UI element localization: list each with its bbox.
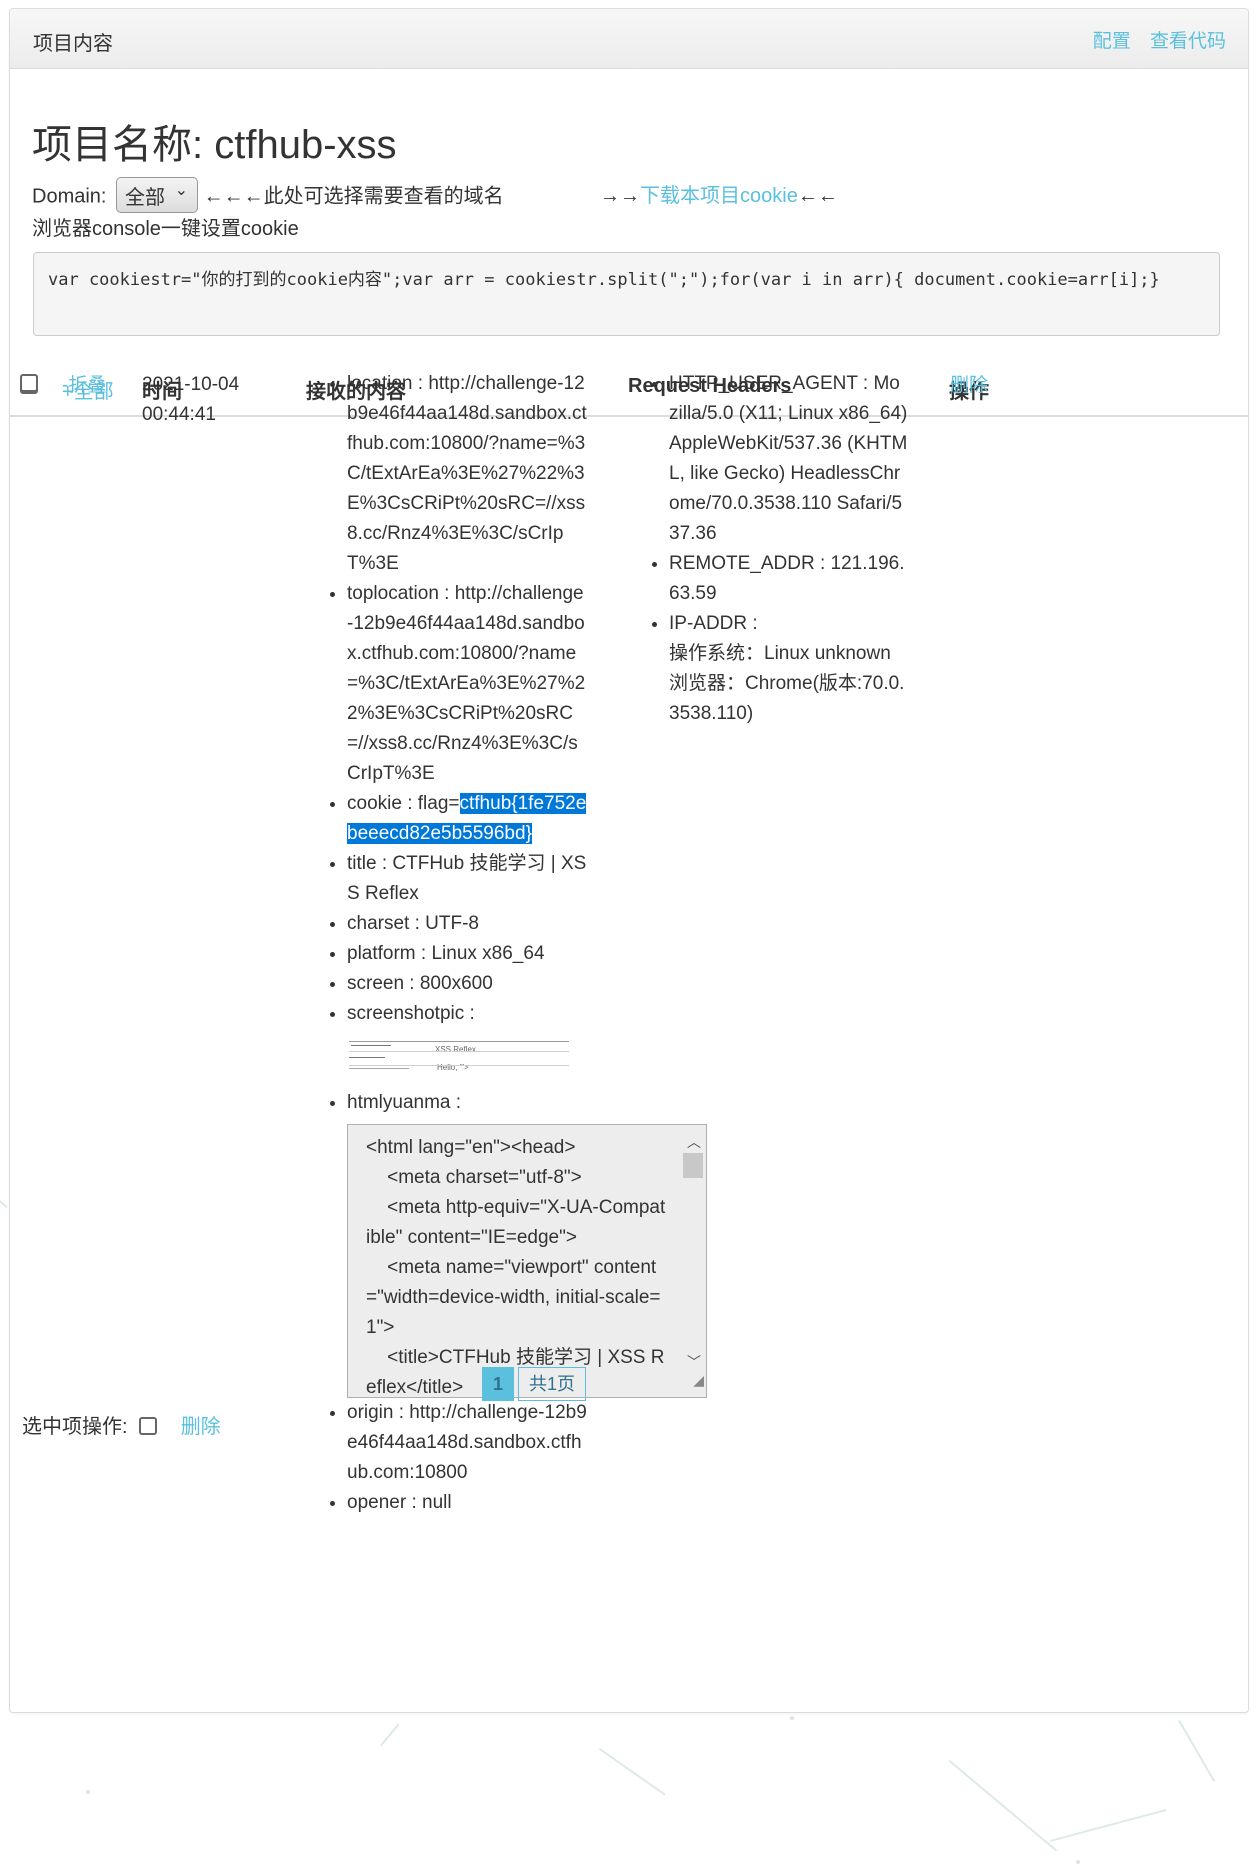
project-title: 项目名称: ctfhub-xss — [32, 123, 397, 167]
header-links: 配置 查看代码 — [1079, 26, 1226, 53]
bulk-delete-link[interactable]: 删除 — [181, 1416, 221, 1438]
panel-header: 项目内容 配置 查看代码 — [10, 9, 1248, 69]
download-cookie: →→下载本项目cookie←← — [600, 179, 838, 208]
list-item: screen : 800x600 — [347, 969, 587, 999]
list-item: REMOTE_ADDR : 121.196.63.59 — [669, 549, 909, 609]
list-item: location : http://challenge-12b9e46f44aa… — [347, 369, 587, 579]
list-item: title : CTFHub 技能学习 | XSS Reflex — [347, 849, 587, 909]
row-time: 2021-10-04 00:44:41 — [142, 374, 240, 425]
bulk-actions: 选中项操作: 删除 — [22, 1410, 221, 1439]
page-number: 1 — [493, 1374, 504, 1394]
request-headers-list: HTTP_USER_AGENT : Mozilla/5.0 (X11; Linu… — [660, 369, 909, 729]
list-item: screenshotpic : XSS Reflex Hello, '"> — [347, 999, 587, 1074]
download-cookie-link[interactable]: 下载本项目cookie — [640, 185, 798, 207]
domain-filter: Domain: 全部 ⌄ ←←←此处可选择需要查看的域名 — [32, 177, 504, 215]
bulk-actions-label: 选中项操作: — [22, 1416, 128, 1438]
domain-selected-value: 全部 — [125, 187, 166, 209]
list-item: cookie : flag=ctfhub{1fe752ebeeecd82e5b5… — [347, 789, 587, 849]
scrollbar-thumb[interactable] — [683, 1153, 703, 1178]
row-checkbox[interactable] — [20, 374, 38, 392]
list-item: IP-ADDR : 操作系统：Linux unknown 浏览器：Chrome(… — [669, 609, 909, 729]
screenshot-label: screenshotpic : — [347, 1003, 475, 1024]
list-item: origin : http://challenge-12b9e46f44aa14… — [347, 1398, 587, 1488]
html-source-textarea[interactable]: <html lang="en"><head> <meta charset="ut… — [347, 1124, 707, 1398]
page-total: 共1页 — [518, 1367, 587, 1401]
textarea-scrollbar[interactable]: ︿ ﹀ — [680, 1125, 706, 1397]
chevron-down-icon: ⌄ — [174, 182, 189, 199]
list-item: toplocation : http://challenge-12b9e46f4… — [347, 579, 587, 789]
page-1-button[interactable]: 1 — [482, 1367, 515, 1401]
cookie-code-snippet: var cookiestr="你的打到的cookie内容";var arr = … — [33, 252, 1220, 336]
bulk-select-checkbox[interactable] — [139, 1416, 158, 1435]
download-suffix-arrows: ←← — [797, 185, 838, 207]
config-link[interactable]: 配置 — [1093, 31, 1131, 52]
received-content-list: location : http://challenge-12b9e46f44aa… — [338, 369, 707, 1518]
os-info: 操作系统：Linux unknown — [669, 643, 891, 664]
domain-select[interactable]: 全部 ⌄ — [116, 177, 199, 213]
list-item: platform : Linux x86_64 — [347, 939, 587, 969]
console-label: 浏览器console一键设置cookie — [32, 218, 299, 240]
panel-title: 项目内容 — [33, 33, 113, 55]
resize-grip-icon[interactable]: ◢ — [693, 1365, 704, 1395]
list-item: htmlyuanma : <html lang="en"><head> <met… — [347, 1088, 707, 1398]
list-item: opener : null — [347, 1488, 587, 1518]
domain-label: Domain: — [32, 185, 107, 208]
htmlyuanma-label: htmlyuanma : — [347, 1092, 462, 1113]
download-prefix-arrows: →→ — [600, 185, 640, 207]
html-source-text: <html lang="en"><head> <meta charset="ut… — [366, 1137, 666, 1398]
project-content-panel: 项目内容 配置 查看代码 项目名称: ctfhub-xss Domain: 全部… — [9, 8, 1249, 1713]
screenshot-thumbnail[interactable]: XSS Reflex Hello, '"> — [347, 1037, 571, 1074]
screenshot-caption-hello: Hello, '"> — [437, 1063, 469, 1072]
pagination: 1 共1页 — [482, 1367, 587, 1401]
domain-hint: ←←←此处可选择需要查看的域名 — [203, 185, 504, 208]
delete-row-link[interactable]: 删除 — [950, 370, 988, 397]
view-code-link[interactable]: 查看代码 — [1150, 31, 1226, 52]
collapse-link[interactable]: -折叠 — [62, 370, 106, 397]
ip-addr-label: IP-ADDR : — [669, 613, 758, 634]
browser-info: 浏览器：Chrome(版本:70.0.3538.110) — [669, 673, 905, 724]
list-item: HTTP_USER_AGENT : Mozilla/5.0 (X11; Linu… — [669, 369, 909, 549]
cookie-prefix: cookie : flag= — [347, 793, 460, 814]
list-item: charset : UTF-8 — [347, 909, 587, 939]
